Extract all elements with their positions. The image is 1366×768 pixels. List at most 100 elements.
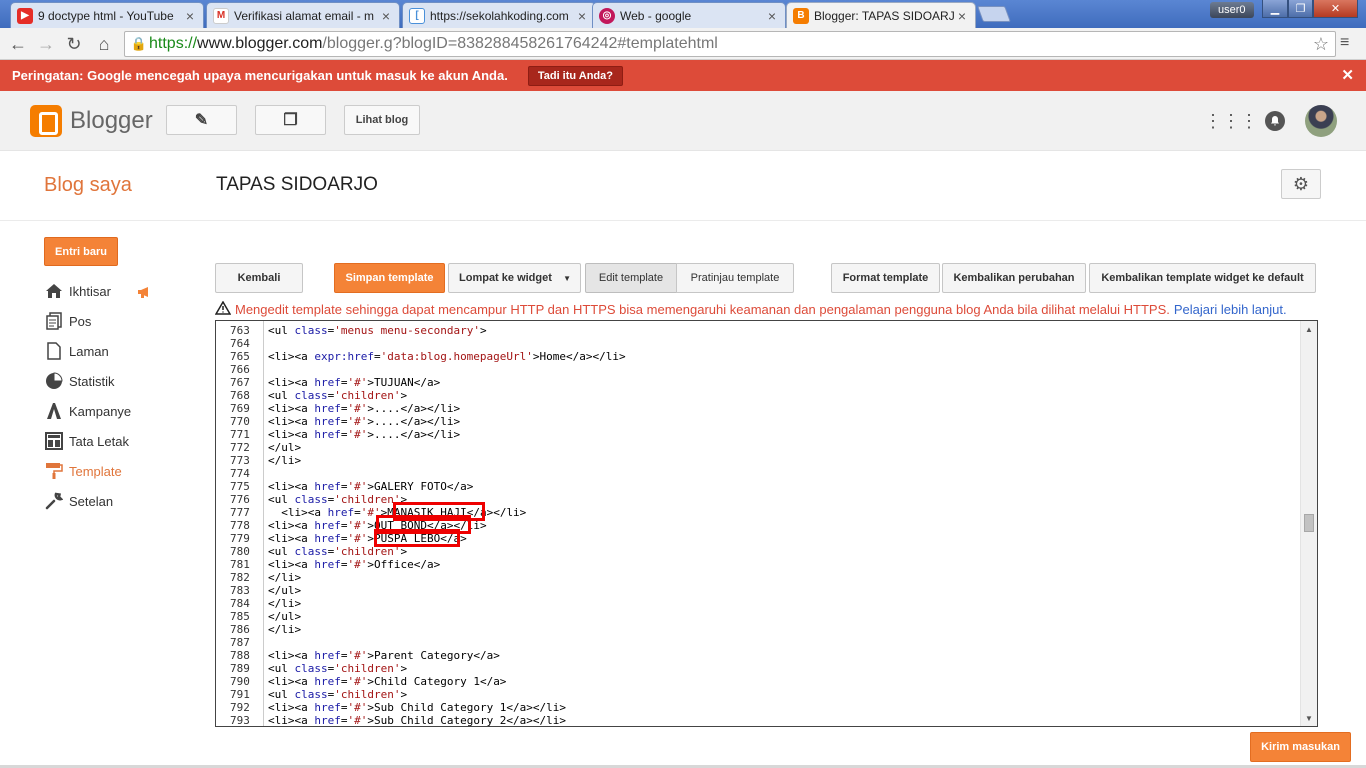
close-icon[interactable]: ✕ <box>1341 66 1354 84</box>
minimize-icon[interactable]: ▁ <box>1262 0 1288 18</box>
sidebar-item-layout[interactable]: Tata Letak <box>44 431 129 451</box>
send-feedback-button[interactable]: Kirim masukan <box>1250 732 1351 762</box>
address-bar[interactable]: 🔒 https://www.blogger.com/blogger.g?blog… <box>124 31 1336 57</box>
sidebar-item-posts[interactable]: Pos <box>44 311 91 331</box>
view-posts-button[interactable]: ❐ <box>255 105 326 135</box>
learn-more-link[interactable]: Pelajari lebih lanjut. <box>1174 302 1287 317</box>
tab-title: Verifikasi alamat email - m <box>234 8 375 23</box>
code-line[interactable]: </li> <box>268 623 301 636</box>
sidebar-item-label: Laman <box>69 343 109 359</box>
reload-icon[interactable]: ↻ <box>62 32 86 56</box>
new-post-button[interactable]: Entri baru <box>44 237 118 266</box>
browser-menu-icon[interactable]: ≡ <box>1340 34 1349 52</box>
blog-title[interactable]: TAPAS SIDOARJO <box>216 174 378 196</box>
scrollbar-thumb[interactable] <box>1304 514 1314 532</box>
forward-arrow-icon[interactable]: → <box>34 32 58 56</box>
close-icon[interactable]: × <box>379 8 393 24</box>
code-line[interactable]: </ul> <box>268 610 301 623</box>
tab-edit-template[interactable]: Edit template <box>585 263 677 293</box>
view-blog-button[interactable]: Lihat blog <box>344 105 420 135</box>
back-arrow-icon[interactable]: ← <box>6 32 30 56</box>
sidebar-item-campaigns[interactable]: Kampanye <box>44 401 131 421</box>
line-number: 790 <box>230 675 250 688</box>
revert-changes-button[interactable]: Kembalikan perubahan <box>942 263 1086 293</box>
code-line[interactable]: <li><a href='#'>OUT BOND</a></li> <box>268 519 487 532</box>
code-line[interactable]: <li><a href='#'>Child Category 1</a> <box>268 675 506 688</box>
browser-tab-youtube[interactable]: ▶ 9 doctype html - YouTube × <box>10 2 204 28</box>
code-line[interactable]: <ul class='children'> <box>268 493 407 506</box>
scroll-up-icon[interactable]: ▲ <box>1301 321 1317 337</box>
code-line[interactable]: <li><a href='#'>....</a></li> <box>268 415 460 428</box>
code-editor[interactable]: 763 764 765 766 767 768 769 770 771 772 773 774 775 7… <box>215 320 1318 727</box>
code-line[interactable]: <li><a href='#'>GALERY FOTO</a> <box>268 480 473 493</box>
code-line[interactable]: </li> <box>268 597 301 610</box>
code-line[interactable]: <ul class='children'> <box>268 545 407 558</box>
save-template-button[interactable]: Simpan template <box>334 263 445 293</box>
sidebar-item-pages[interactable]: Laman <box>44 341 109 361</box>
line-number: 768 <box>230 389 250 402</box>
code-line[interactable]: </ul> <box>268 584 301 597</box>
close-icon[interactable]: × <box>955 8 969 24</box>
sidebar-item-overview[interactable]: Ikhtisar <box>44 281 111 301</box>
sidebar-item-label: Tata Letak <box>69 433 129 449</box>
format-template-button[interactable]: Format template <box>831 263 940 293</box>
line-number: 777 <box>230 506 250 519</box>
browser-tab-google[interactable]: ◎ Web - google × <box>592 2 786 28</box>
browser-tab-gmail[interactable]: M Verifikasi alamat email - m × <box>206 2 400 28</box>
avatar[interactable] <box>1305 105 1337 137</box>
line-number: 785 <box>230 610 250 623</box>
code-line[interactable]: </ul> <box>268 441 301 454</box>
close-icon[interactable]: × <box>765 8 779 24</box>
code-line[interactable]: <li><a href='#'>Sub Child Category 1</a>… <box>268 701 566 714</box>
code-line[interactable]: <ul class='children'> <box>268 662 407 675</box>
sidebar-item-template[interactable]: Template <box>44 461 122 481</box>
vertical-scrollbar[interactable]: ▲ ▼ <box>1300 321 1317 726</box>
code-line[interactable]: <li><a href='#'>....</a></li> <box>268 402 460 415</box>
was-it-you-button[interactable]: Tadi itu Anda? <box>527 65 623 86</box>
window-close-icon[interactable]: ✕ <box>1313 0 1358 18</box>
code-line[interactable]: </li> <box>268 454 301 467</box>
browser-user-badge[interactable]: user0 <box>1210 2 1254 18</box>
code-line[interactable]: <li><a href='#'>TUJUAN</a> <box>268 376 440 389</box>
my-blogs-link[interactable]: Blog saya <box>44 174 132 197</box>
browser-tab-strip: ▶ 9 doctype html - YouTube × M Verifikas… <box>0 0 1366 28</box>
code-line[interactable]: <ul class='children'> <box>268 688 407 701</box>
security-warning-banner: Peringatan: Google mencegah upaya mencur… <box>0 60 1366 91</box>
code-line[interactable]: <li><a href='#'>Parent Category</a> <box>268 649 500 662</box>
maximize-icon[interactable]: ❐ <box>1288 0 1313 18</box>
code-line[interactable]: <li><a href='#'>Office</a> <box>268 558 440 571</box>
gear-icon[interactable]: ⚙ <box>1281 169 1321 199</box>
tab-preview-template[interactable]: Pratinjau template <box>676 263 794 293</box>
sidebar-item-settings[interactable]: Setelan <box>44 491 113 511</box>
line-number-gutter: 763 764 765 766 767 768 769 770 771 772 773 774 775 7… <box>216 321 264 726</box>
wrench-icon <box>44 492 64 510</box>
line-number: 780 <box>230 545 250 558</box>
apps-grid-icon[interactable]: ⋮⋮⋮ <box>1204 109 1258 133</box>
sidebar-item-label: Kampanye <box>69 403 132 419</box>
scroll-down-icon[interactable]: ▼ <box>1301 710 1317 726</box>
new-tab-button[interactable] <box>977 6 1011 22</box>
dropdown-label: Lompat ke widget <box>459 272 552 284</box>
close-icon[interactable]: × <box>575 8 589 24</box>
code-line[interactable]: <li><a href='#'>Sub Child Category 2</a>… <box>268 714 566 726</box>
close-icon[interactable]: × <box>183 8 197 24</box>
code-line[interactable]: <li><a href='#'>PUSPA LEBO</a> <box>268 532 467 545</box>
blogger-icon: B <box>793 7 809 24</box>
browser-tab-blogger[interactable]: B Blogger: TAPAS SIDOARJO × <box>786 2 976 28</box>
home-icon[interactable]: ⌂ <box>92 32 116 56</box>
code-line[interactable]: </li> <box>268 571 301 584</box>
code-line[interactable]: <li><a expr:href='data:blog.homepageUrl'… <box>268 350 626 363</box>
code-line[interactable]: <ul class='menus menu-secondary'> <box>268 324 487 337</box>
blogger-logo[interactable]: Blogger <box>30 105 153 137</box>
notification-bell-icon[interactable] <box>1263 109 1287 133</box>
browser-tab-sekolahkoding[interactable]: [ https://sekolahkoding.com × <box>402 2 596 28</box>
new-post-pencil-button[interactable]: ✎ <box>166 105 237 135</box>
code-line[interactable]: <ul class='children'> <box>268 389 407 402</box>
code-line[interactable]: <li><a href='#'>....</a></li> <box>268 428 460 441</box>
sidebar-item-stats[interactable]: Statistik <box>44 371 115 391</box>
code-line[interactable]: <li><a href='#'>MANASIK HAJI</a></li> <box>268 506 526 519</box>
jump-to-widget-dropdown[interactable]: Lompat ke widget ▼ <box>448 263 581 293</box>
bookmark-star-icon[interactable]: ☆ <box>1313 34 1329 55</box>
revert-widget-templates-button[interactable]: Kembalikan template widget ke default <box>1089 263 1316 293</box>
back-button[interactable]: Kembali <box>215 263 303 293</box>
